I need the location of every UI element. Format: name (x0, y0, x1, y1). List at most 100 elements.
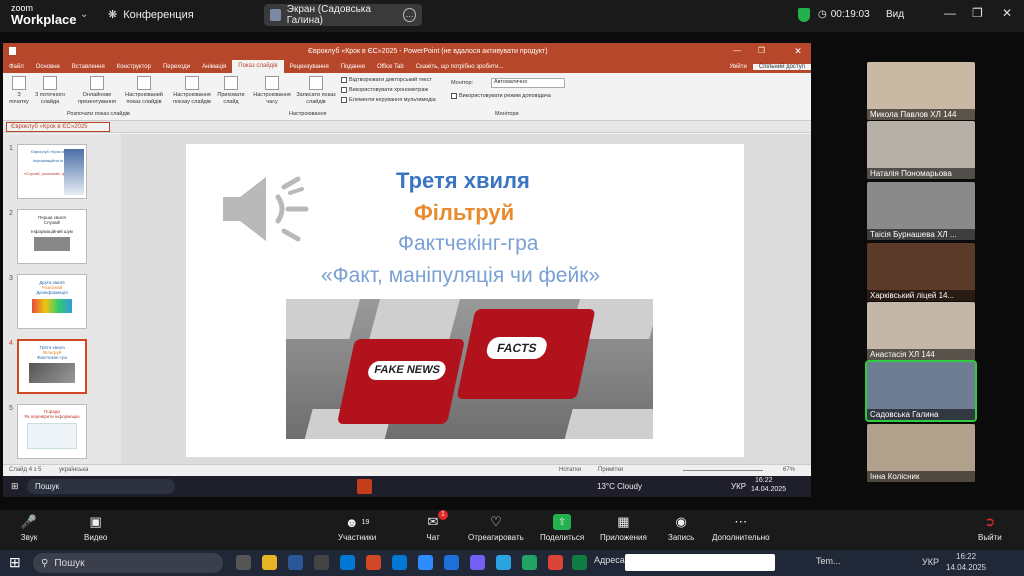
participant-tile[interactable]: Таісія Бурнашева ХЛ ... (867, 182, 975, 240)
screen-share-indicator[interactable]: Экран (Садовська Галина) … (264, 4, 422, 26)
menu-review[interactable]: Рецензування (284, 64, 335, 70)
participant-tile[interactable]: Харківський ліцей 14... (867, 243, 975, 301)
apps-button[interactable]: ▦ Приложения (600, 514, 647, 542)
meeting-title[interactable]: ❋ Конференция (108, 8, 194, 22)
from-current-button[interactable]: З поточного слайда (33, 76, 67, 106)
viber-icon[interactable] (470, 555, 485, 570)
app-icon[interactable] (522, 555, 537, 570)
microphone-icon: 🎤 (20, 514, 38, 529)
chat-button[interactable]: ✉ 1 Чат (424, 510, 448, 542)
zoom-level[interactable]: 67% (783, 467, 795, 473)
menu-design[interactable]: Конструктор (111, 64, 157, 70)
more-button[interactable]: ⋯ Дополнительно (712, 514, 770, 542)
view-button[interactable]: Вид (886, 9, 904, 20)
amazon-icon[interactable] (314, 555, 329, 570)
menu-animation[interactable]: Анімація (196, 64, 232, 70)
shield-icon[interactable] (798, 8, 810, 22)
menu-home[interactable]: Основне (30, 64, 66, 70)
media-controls-check[interactable]: Елементи керування мультимедіа (341, 97, 436, 103)
more-icon[interactable]: … (403, 8, 417, 22)
word-icon[interactable] (288, 555, 303, 570)
audio-button[interactable]: 🎤 Звук (20, 514, 38, 542)
telegram-icon[interactable] (496, 555, 511, 570)
slide-thumb-2[interactable]: Перша хвиля Слухай! Інформаційний шум (17, 209, 87, 264)
file-explorer-icon[interactable] (262, 555, 277, 570)
play-narrations-check[interactable]: Відтворювати дикторський текст (341, 77, 432, 83)
language-indicator[interactable]: УКР (922, 557, 939, 567)
screen-share-label: Экран (Садовська Галина) (286, 4, 371, 26)
share-screen-button[interactable]: ⇧ Поделиться (540, 514, 584, 542)
menu-slideshow[interactable]: Показ слайдів (232, 60, 284, 73)
participant-tile[interactable]: Анастасія ХЛ 144 (867, 302, 975, 360)
react-button[interactable]: ♡ Отреагировать (468, 514, 524, 542)
record-button[interactable]: ◉ Запись (668, 514, 694, 542)
close-icon[interactable]: ✕ (785, 43, 811, 60)
current-slide[interactable]: Третя хвиля Фільтруй Фактчекінг-гра «Фак… (186, 144, 744, 457)
chevron-down-icon[interactable]: ⌄ (80, 9, 88, 20)
windows-icon[interactable]: ⊞ (11, 481, 19, 492)
task-view-icon[interactable] (236, 555, 251, 570)
outlook-icon[interactable] (340, 555, 355, 570)
slide-thumb-5[interactable]: Поради Як перевірити інформацію (17, 404, 87, 459)
zoom-icon[interactable] (418, 555, 433, 570)
save-icon[interactable] (9, 47, 16, 55)
participant-tile[interactable]: Інна Колісник (867, 424, 975, 482)
participant-tile-active-speaker[interactable]: Садовська Галина (865, 360, 977, 422)
slide-thumb-3[interactable]: Друга хвиля Розпізнай Дезінформація (17, 274, 87, 329)
menu-file[interactable]: Файл (3, 64, 30, 70)
slide-thumb-4[interactable]: Третя хвиля Фільтруй Фактчекінг-гра (17, 339, 87, 394)
participant-tile[interactable]: Наталія Пономарьова (867, 121, 975, 179)
video-button[interactable]: ▣ Видео (84, 514, 107, 542)
share-button[interactable]: Спільний доступ (752, 63, 811, 70)
from-start-button[interactable]: З початку (7, 76, 31, 106)
notes-button[interactable]: Нотатки (559, 467, 581, 473)
weather-widget[interactable]: Tem... (816, 556, 841, 566)
participant-tile[interactable]: Микола Павлов ХЛ 144 (867, 62, 975, 120)
close-icon[interactable]: ✕ (1002, 6, 1012, 20)
rehearse-timings-button[interactable]: Настроювання часу (251, 76, 293, 106)
taskbar-search[interactable]: ⚲ Пошук (33, 553, 223, 573)
participants-button[interactable]: ☻ 19 Участники (338, 514, 376, 543)
powerpoint-icon[interactable] (357, 479, 372, 494)
tell-me-search[interactable]: Скажіть, що потрібно зробити... (410, 64, 510, 70)
leave-button[interactable]: ➲ Выйти (978, 514, 1002, 542)
keyboard-image: FAKE NEWS FACTS (286, 299, 653, 439)
menu-view[interactable]: Подання (335, 64, 371, 70)
remote-lang[interactable]: УКР (731, 482, 746, 491)
custom-show-button[interactable]: Настроюваний показ слайдів (121, 76, 167, 106)
clock-date: 14.04.2025 (946, 563, 987, 572)
slide-thumb-1[interactable]: Євроклуб «Крок в ЄС» Інформаційна гігієн… (17, 144, 87, 199)
chrome-icon[interactable] (548, 555, 563, 570)
chat-badge: 1 (438, 510, 448, 520)
sign-in-link[interactable]: Увійти (723, 64, 752, 70)
use-timings-check[interactable]: Використовувати хронометраж (341, 87, 428, 93)
menu-transitions[interactable]: Переходи (157, 64, 196, 70)
shared-screen: Євроклуб «Крок в ЄС»2025 - PowerPoint (н… (3, 43, 811, 497)
setup-show-button[interactable]: Настроювання показу слайдів (171, 76, 213, 106)
minimize-icon[interactable]: — (733, 46, 741, 55)
comments-button[interactable]: Примітки (598, 467, 623, 473)
view-label: Вид (886, 9, 905, 20)
windows-start-icon[interactable]: ⊞ (9, 554, 21, 571)
menu-office-tab[interactable]: Office Tab (371, 64, 410, 70)
zoom-slider[interactable] (683, 470, 763, 471)
monitor-select[interactable]: Автоматично (491, 78, 565, 88)
restore-icon[interactable]: ❐ (972, 6, 983, 20)
address-input[interactable] (625, 554, 775, 571)
app-icon[interactable] (572, 555, 587, 570)
presenter-view-check[interactable]: Використовувати режим доповідача (451, 93, 551, 99)
hide-slide-button[interactable]: Приховати слайд (215, 76, 247, 106)
share-arrow-icon: ⇧ (553, 514, 572, 530)
menu-insert[interactable]: Вставлення (66, 64, 111, 70)
dropbox-icon[interactable] (444, 555, 459, 570)
powerpoint-icon[interactable] (366, 555, 381, 570)
record-show-button[interactable]: Записати показ слайдів (295, 76, 337, 106)
remote-search-box[interactable]: Пошук (27, 479, 175, 494)
custom-show-icon (137, 76, 151, 90)
maximize-icon[interactable]: ❐ (758, 46, 765, 55)
language-indicator[interactable]: українська (59, 467, 89, 473)
document-tab[interactable]: Євроклуб «Крок в ЄС»2025 (6, 122, 110, 132)
edge-icon[interactable] (392, 555, 407, 570)
online-present-button[interactable]: Онлайнове презентування (75, 76, 119, 106)
minimize-icon[interactable]: — (944, 6, 956, 20)
